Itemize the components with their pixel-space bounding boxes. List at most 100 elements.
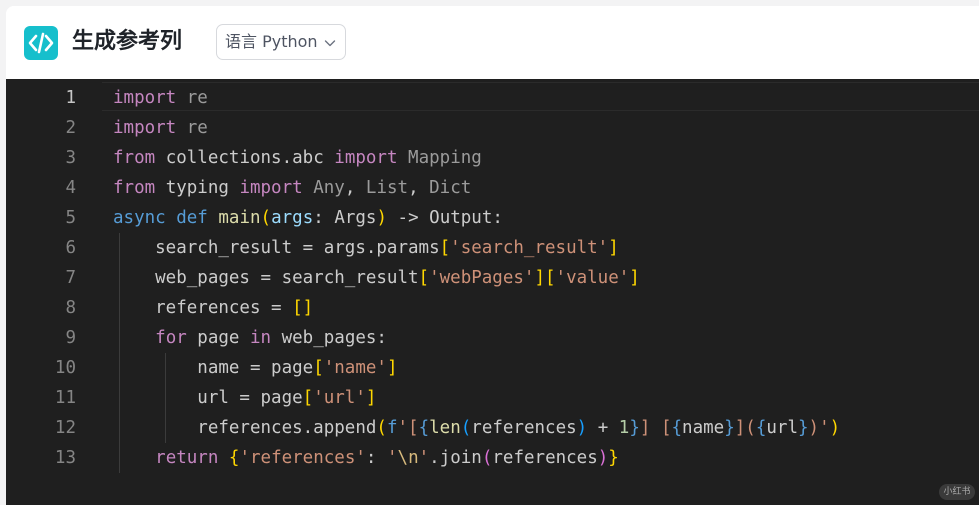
line-number: 4 [65, 178, 76, 198]
code-token: web_pages = search_result [113, 268, 419, 288]
code-token: ] [365, 388, 377, 408]
code-token: ] [629, 268, 640, 288]
code-token: re [186, 88, 208, 108]
code-token: page [186, 328, 250, 348]
code-token: , [344, 178, 366, 198]
code-token: collections.abc [155, 148, 335, 168]
code-token: 'references' [239, 448, 366, 468]
code-token: )' [808, 418, 830, 438]
code-line: url = page['url'] [113, 383, 973, 413]
code-token: main [218, 208, 261, 228]
code-token: '[ [397, 418, 419, 438]
code-token: ] [386, 358, 398, 378]
code-token: [ [439, 238, 451, 258]
code-token: } [797, 418, 809, 438]
code-token: Any [313, 178, 345, 198]
code-token: from [113, 178, 156, 198]
code-token: [ [418, 268, 430, 288]
code-token: [ [302, 388, 314, 408]
code-token: { [671, 418, 683, 438]
code-token: ' [418, 448, 430, 468]
code-token: 1 [618, 418, 630, 438]
chevron-down-icon [324, 40, 336, 47]
code-token: ( [481, 448, 493, 468]
code-token: url = page [113, 388, 303, 408]
code-token: in [249, 328, 272, 348]
code-token: references = [113, 298, 293, 318]
page-title: 生成参考列 [72, 29, 183, 54]
line-number-gutter: 1 2 3 4 5 6 7 8 9 10 11 12 13 [6, 83, 76, 473]
code-line: references = [] [113, 293, 973, 323]
code-token: [ [313, 358, 324, 378]
code-token: ][ [534, 268, 556, 288]
code-token: re [186, 118, 208, 138]
code-token: { [418, 418, 430, 438]
code-token: references.append [113, 418, 377, 438]
code-token: ( [460, 418, 472, 438]
code-line: async def main(args: Args) -> Output: [113, 203, 973, 233]
line-number: 3 [65, 148, 76, 168]
code-token: ) [576, 418, 588, 438]
line-number: 5 [65, 208, 76, 228]
code-line: return {'references': '\n'.join(referenc… [113, 443, 973, 473]
code-token: \n [397, 448, 419, 468]
code-token: args [271, 208, 314, 228]
code-token: ] [ [639, 418, 672, 438]
code-token: import [113, 118, 177, 138]
code-token: 'value' [555, 268, 630, 288]
code-token: { [228, 448, 240, 468]
code-line: import re [113, 113, 973, 143]
line-number: 2 [65, 118, 76, 138]
code-token: typing [155, 178, 240, 198]
code-token: ) [597, 448, 609, 468]
code-token: ' [386, 448, 398, 468]
code-token: + [587, 418, 619, 438]
language-select[interactable]: 语言 Python [216, 24, 346, 60]
code-panel: 生成参考列 语言 Python 1 2 3 4 5 6 7 8 9 10 11 12 13 import… [6, 6, 979, 505]
code-token: async [113, 208, 166, 228]
code-editor[interactable]: 1 2 3 4 5 6 7 8 9 10 11 12 13 import re import re from… [6, 79, 979, 505]
code-token: { [755, 418, 767, 438]
code-line: import re [113, 83, 973, 113]
code-line: for page in web_pages: [113, 323, 973, 353]
code-token: -> Output: [387, 208, 503, 228]
code-token: 'search_result' [450, 238, 609, 258]
code-token: 'webPages' [429, 268, 535, 288]
panel-header: 生成参考列 语言 Python [6, 6, 979, 79]
code-token: search_result = args.params [113, 238, 440, 258]
code-token: [] [292, 298, 314, 318]
line-number: 10 [54, 358, 76, 378]
code-token: references [492, 448, 598, 468]
watermark: 小红书 [939, 484, 975, 500]
code-line: references.append(f'[{len(references) + … [113, 413, 973, 443]
code-token: } [629, 418, 640, 438]
code-token: import [334, 148, 398, 168]
code-token: import [239, 178, 303, 198]
code-token: : Args [313, 208, 377, 228]
code-token: .join [429, 448, 482, 468]
code-content[interactable]: import re import re from collections.abc i… [113, 83, 973, 473]
code-token: ( [376, 418, 387, 438]
code-token: List [365, 178, 409, 198]
code-line: search_result = args.params['search_resu… [113, 233, 973, 263]
code-brackets-icon [24, 26, 58, 60]
line-number: 7 [65, 268, 76, 288]
code-line: web_pages = search_result['webPages']['v… [113, 263, 973, 293]
code-token: ( [260, 208, 272, 228]
code-token: : [365, 448, 387, 468]
code-token: } [724, 418, 735, 438]
code-token: Mapping [408, 148, 482, 168]
line-number: 1 [65, 88, 76, 108]
code-token: def [176, 208, 208, 228]
code-token: import [113, 88, 177, 108]
line-number: 12 [54, 418, 76, 438]
code-line: name = page['name'] [113, 353, 973, 383]
code-token: for [155, 328, 187, 348]
code-token: 'name' [323, 358, 387, 378]
code-token: url [766, 418, 798, 438]
code-token: f [386, 418, 398, 438]
